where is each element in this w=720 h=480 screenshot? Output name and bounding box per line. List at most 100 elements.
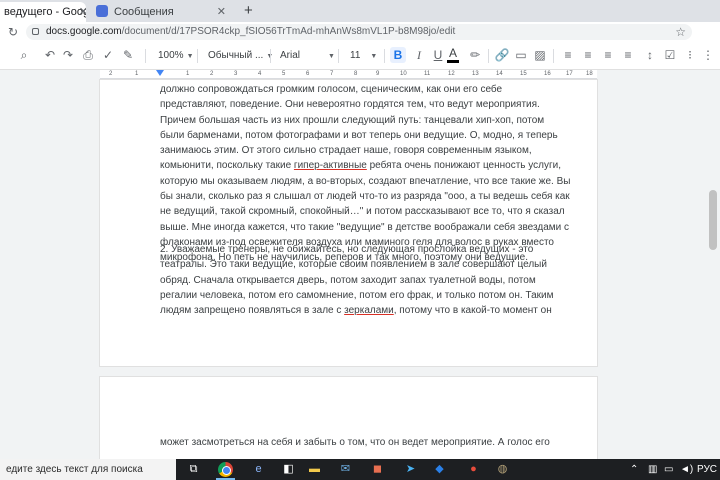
print-icon[interactable]: ⎙ [80, 47, 96, 63]
text-line: не ведущий, такой скромный, спокойный…" … [160, 206, 565, 218]
reload-icon[interactable]: ↻ [8, 24, 18, 40]
redo-icon[interactable]: ↷ [60, 47, 76, 63]
align-right-icon[interactable]: ≡ [600, 47, 616, 63]
ruler-number: 1 [186, 71, 190, 77]
battery-icon[interactable]: ▭ [664, 459, 673, 480]
ruler-number: 6 [306, 71, 310, 77]
document-page[interactable]: может засмотреться на себя и забыть о то… [100, 377, 597, 467]
paint-format-icon[interactable]: ✎ [120, 47, 136, 63]
telegram-icon[interactable]: ➤ [403, 462, 418, 477]
show-hidden-icons-icon[interactable]: ⌃ [630, 459, 638, 480]
line-spacing-icon[interactable]: ↕ [642, 47, 658, 63]
ruler-number: 15 [520, 71, 527, 77]
ruler-number: 12 [448, 71, 455, 77]
edge-icon[interactable]: e [251, 462, 266, 477]
paragraph: может засмотреться на себя и забыть о то… [160, 435, 550, 450]
star-icon[interactable]: ☆ [675, 24, 686, 40]
color-swatch [447, 60, 459, 63]
address-bar-row: ↻ docs.google.com/document/d/17PSOR4ckp_… [0, 22, 720, 42]
close-icon[interactable]: ✕ [217, 2, 226, 22]
numbered-list-icon[interactable]: ⋮ [700, 47, 716, 63]
ruler-number: 14 [496, 71, 503, 77]
checklist-icon[interactable]: ☑ [662, 47, 678, 63]
store-icon[interactable]: ◧ [281, 462, 296, 477]
ruler-number: 16 [544, 71, 551, 77]
text-color-button[interactable]: A [446, 46, 460, 63]
link-icon[interactable]: 🔗 [494, 47, 510, 63]
document-page[interactable]: должно сопровождаться громким голосом, с… [100, 80, 597, 366]
misspelled-word[interactable]: зеркалами [344, 305, 394, 316]
zoom-select[interactable]: 100% ▼ [158, 48, 194, 65]
style-select[interactable]: Обычный ...▼ [208, 48, 273, 65]
tab-messages[interactable]: Сообщения ✕ [90, 2, 230, 22]
divider [384, 49, 385, 63]
chevron-down-icon: ▼ [328, 53, 335, 60]
ruler-number: 10 [400, 71, 407, 77]
text-line: театралы. Это таки ведущие, которые свои… [160, 259, 547, 271]
tab-google-docs[interactable]: ведущего - Google ✕ [0, 2, 86, 22]
undo-icon[interactable]: ↶ [42, 47, 58, 63]
comment-icon[interactable]: ▭ [513, 47, 529, 63]
close-icon[interactable]: ✕ [79, 2, 86, 22]
dropbox-icon[interactable]: ◆ [432, 462, 447, 477]
text-line: может засмотреться на себя и забыть о то… [160, 437, 550, 448]
app-icon[interactable]: ◍ [495, 462, 510, 477]
indent-marker[interactable] [156, 70, 164, 76]
ruler-number: 8 [354, 71, 358, 77]
ruler[interactable]: 2 1 1 2 3 4 5 6 7 8 9 10 11 12 13 14 15 … [100, 70, 597, 79]
volume-icon[interactable]: ◄) [680, 459, 693, 480]
docs-toolbar: ⌕ ↶ ↷ ⎙ ✓ ✎ 100%▼ Обычный ...▼ Arial▼ 11… [0, 42, 720, 70]
text-line: бы знали, сколько раз я слышал от людей … [160, 191, 570, 203]
text-line: представляют, поведение. Они невероятно … [160, 99, 540, 111]
ruler-number: 3 [234, 71, 238, 77]
bold-button[interactable]: B [390, 47, 406, 63]
ruler-number: 2 [210, 71, 214, 77]
paragraph: 2. Уважаемые тренеры, не обижайтесь, но … [160, 242, 554, 318]
ruler-number: 7 [330, 71, 334, 77]
tab-label: ведущего - Google [4, 6, 86, 18]
align-center-icon[interactable]: ≡ [580, 47, 596, 63]
text-line: комьюнити, поскольку такие гипер-активны… [160, 160, 562, 172]
tab-strip: ведущего - Google ✕ Сообщения ✕ + [0, 0, 720, 22]
chrome-icon[interactable] [216, 462, 235, 480]
bulleted-list-icon[interactable]: ⁝ [682, 47, 698, 63]
font-size-select[interactable]: 11 ▼ [350, 48, 377, 65]
divider [488, 49, 489, 63]
file-explorer-icon[interactable]: ▬ [307, 462, 322, 477]
spellcheck-icon[interactable]: ✓ [100, 47, 116, 63]
lock-icon [32, 28, 39, 35]
task-view-icon[interactable]: ⧉ [186, 462, 201, 477]
ruler-number: 13 [472, 71, 479, 77]
misspelled-word[interactable]: гипер-активные [294, 160, 367, 171]
divider [197, 49, 198, 63]
underline-button[interactable]: U [430, 47, 446, 63]
taskbar-search-input[interactable]: едите здесь текст для поиска [0, 459, 176, 480]
ruler-number: 11 [424, 71, 431, 77]
text-line: людям запрещено появляться в зале с зерк… [160, 305, 552, 317]
align-left-icon[interactable]: ≡ [560, 47, 576, 63]
ruler-number: 5 [282, 71, 286, 77]
messages-icon [96, 5, 108, 17]
search-icon[interactable]: ⌕ [16, 47, 32, 63]
tab-label: Сообщения [114, 6, 174, 18]
highlight-icon[interactable]: ✏ [467, 47, 483, 63]
image-icon[interactable]: ▨ [532, 47, 548, 63]
italic-button[interactable]: I [411, 47, 427, 63]
language-indicator[interactable]: РУС [697, 459, 717, 480]
app-icon[interactable]: ● [466, 462, 481, 477]
network-icon[interactable]: ▥ [648, 459, 657, 480]
text-line: регалии человека, потом его самомнение, … [160, 289, 554, 301]
scrollbar-thumb[interactable] [709, 190, 717, 250]
text-line: занимаюсь этим. От этого сильно страдает… [160, 145, 532, 157]
justify-icon[interactable]: ≡ [620, 47, 636, 63]
ruler-number: 17 [566, 71, 573, 77]
omnibox[interactable]: docs.google.com/document/d/17PSOR4ckp_fS… [26, 24, 692, 40]
taskbar: едите здесь текст для поиска ⧉ e ◧ ▬ ✉ ◼… [0, 459, 720, 480]
mail-icon[interactable]: ✉ [338, 462, 353, 477]
font-select[interactable]: Arial ▼ [280, 48, 335, 65]
office-icon[interactable]: ◼ [370, 462, 385, 477]
new-tab-button[interactable]: + [244, 2, 253, 20]
text-line: выше. Мне иногда кажется, что такие "вед… [160, 221, 570, 233]
ruler-number: 2 [109, 71, 113, 77]
scrollbar[interactable] [707, 80, 720, 460]
